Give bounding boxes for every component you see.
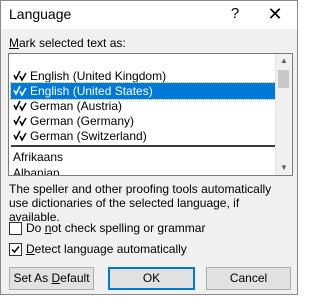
language-item[interactable]: German (Austria) xyxy=(11,98,275,114)
cancel-button[interactable]: Cancel xyxy=(206,267,291,290)
set-as-default-button[interactable]: Set As Default xyxy=(9,267,94,290)
language-item[interactable]: English (United Kingdom) xyxy=(11,68,275,84)
recent-languages-separator xyxy=(11,145,275,147)
language-item-label: German (Germany) xyxy=(30,114,135,128)
dialog-title: Language xyxy=(9,6,72,22)
language-list: English (United Kingdom) English (United … xyxy=(9,54,277,175)
checkbox-label: Detect language automatically xyxy=(26,242,187,256)
language-item[interactable]: Albanian xyxy=(11,165,275,176)
language-item-label: German (Austria) xyxy=(30,99,123,113)
language-item-label: Afrikaans xyxy=(13,150,64,164)
proofing-check-icon xyxy=(13,70,27,82)
proofing-check-icon xyxy=(13,115,27,127)
checkbox-box[interactable] xyxy=(9,243,22,256)
proofing-check-icon xyxy=(13,85,27,97)
language-listbox[interactable]: English (United Kingdom) English (United … xyxy=(8,53,293,176)
mark-selected-label: Mark selected text as: xyxy=(9,36,126,50)
language-item[interactable]: English (United States) xyxy=(10,82,276,100)
title-bar: Language ? ✕ xyxy=(1,1,297,29)
proofing-info-text: The speller and other proofing tools aut… xyxy=(9,182,272,224)
language-item-label: German (Switzerland) xyxy=(30,129,147,143)
language-dialog: Language ? ✕ Mark selected text as: Engl… xyxy=(0,0,298,295)
proofing-check-icon xyxy=(13,100,27,112)
proofing-check-icon xyxy=(13,130,27,142)
close-button[interactable]: ✕ xyxy=(265,4,285,24)
checkbox-box[interactable] xyxy=(9,222,22,235)
list-scrollbar[interactable]: ▲ ▼ xyxy=(275,54,292,175)
language-item[interactable]: German (Germany) xyxy=(11,113,275,129)
language-item[interactable]: German (Switzerland) xyxy=(11,128,275,144)
language-item-label: Albanian xyxy=(13,166,60,176)
help-button[interactable]: ? xyxy=(225,4,245,24)
scroll-thumb[interactable] xyxy=(278,70,289,88)
scroll-down-button[interactable]: ▼ xyxy=(276,161,292,175)
language-item[interactable]: Afrikaans xyxy=(11,149,275,165)
checkbox-label: Do not check spelling or grammar xyxy=(26,221,206,235)
language-item-label: English (United States) xyxy=(30,84,153,98)
scroll-up-button[interactable]: ▲ xyxy=(276,54,292,68)
language-item-label: English (United Kingdom) xyxy=(30,69,167,83)
ok-button[interactable]: OK xyxy=(108,267,195,290)
